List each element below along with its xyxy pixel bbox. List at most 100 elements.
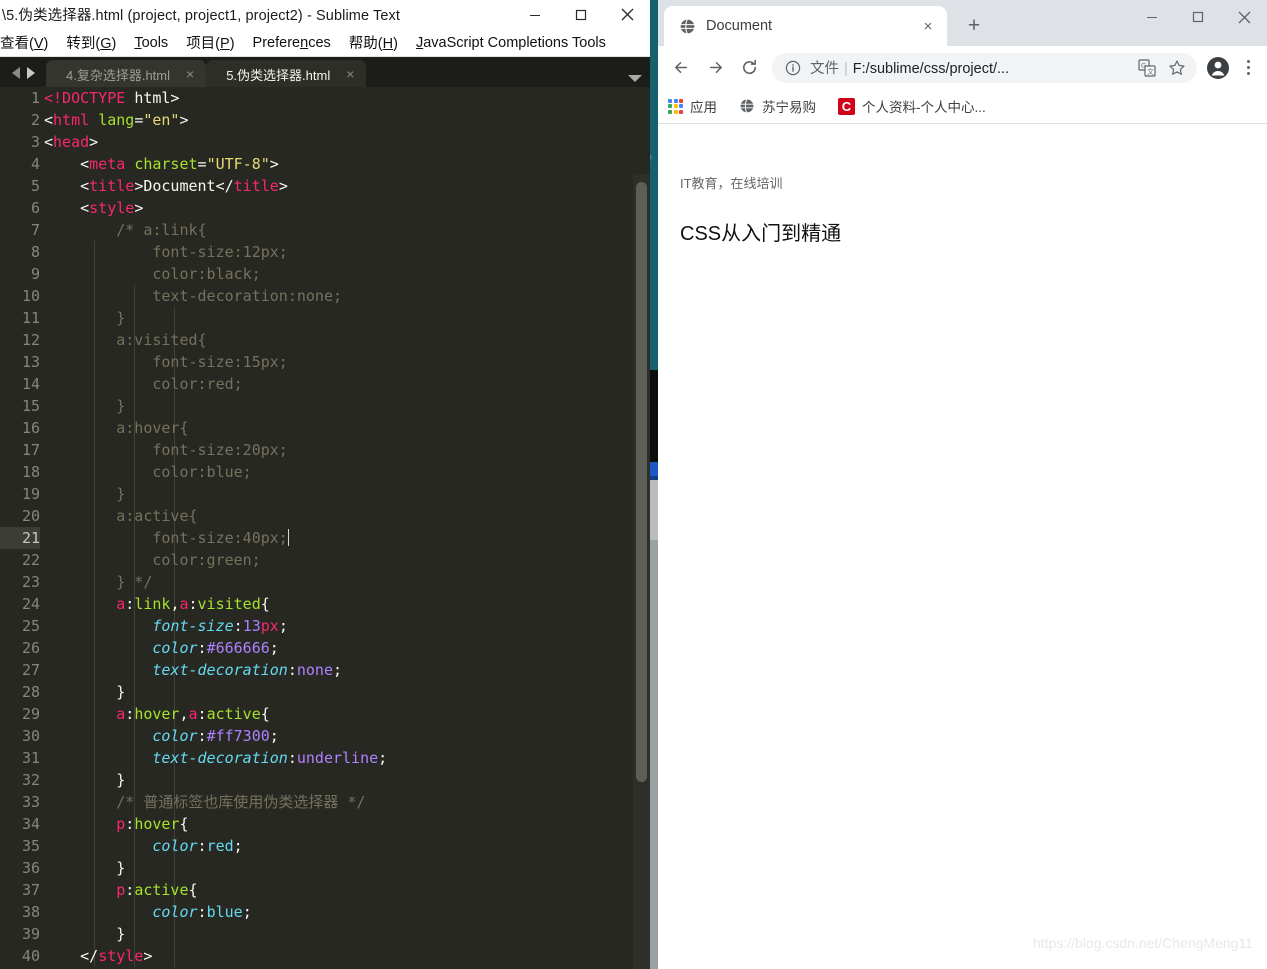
translate-icon[interactable]: G 文 xyxy=(1133,51,1161,85)
bookmark-personal-center[interactable]: C 个人资料-个人中心... xyxy=(838,96,986,116)
chrome-browser-window: Document × + 文件 | F:/sublime/css/project… xyxy=(658,0,1267,969)
chrome-tab-close-icon[interactable]: × xyxy=(917,15,939,37)
line-number: 29 xyxy=(21,705,40,723)
line-number: 3 xyxy=(30,133,40,151)
back-arrow-icon[interactable] xyxy=(664,51,698,85)
new-tab-button[interactable]: + xyxy=(959,11,989,41)
minimize-icon[interactable] xyxy=(512,0,558,29)
maximize-icon[interactable] xyxy=(558,0,604,29)
sublime-vertical-scrollbar[interactable] xyxy=(633,174,650,969)
line-number: 20 xyxy=(21,507,40,525)
tab-close-icon[interactable]: × xyxy=(186,67,194,81)
maximize-icon[interactable] xyxy=(1175,0,1221,34)
line-number: 7 xyxy=(30,221,40,239)
code-line: 18 color:blue; xyxy=(0,461,650,483)
line-number: 30 xyxy=(21,727,40,745)
bookmark-label: 个人资料-个人中心... xyxy=(862,100,986,115)
scrollbar-thumb[interactable] xyxy=(636,182,647,782)
line-number: 28 xyxy=(21,683,40,701)
code-line: 15 } xyxy=(0,395,650,417)
menu-item-project[interactable]: 项目(P) xyxy=(177,32,243,53)
tab-overflow-chevron-down-icon[interactable] xyxy=(628,75,642,82)
sublime-editor-pane[interactable]: 1 <!DOCTYPE html> 2 <html lang="en"> 3 <hea… xyxy=(0,87,650,969)
c-letter-icon: C xyxy=(838,97,855,115)
line-number: 4 xyxy=(30,155,40,173)
line-number: 15 xyxy=(21,397,40,415)
code-line: 28 } xyxy=(0,681,650,703)
line-number: 33 xyxy=(21,793,40,811)
sublime-text-window: \5.伪类选择器.html (project, project1, projec… xyxy=(0,0,650,969)
line-number: 26 xyxy=(21,639,40,657)
tab-label: 4.复杂选择器.html xyxy=(66,67,171,83)
code-line: 4 <meta charset="UTF-8"> xyxy=(0,153,650,175)
sublime-tab-bar: 4.复杂选择器.html × 5.伪类选择器.html × xyxy=(0,57,650,88)
line-number: 31 xyxy=(21,749,40,767)
line-number: 37 xyxy=(21,881,40,899)
line-number: 1 xyxy=(30,89,40,107)
line-number: 32 xyxy=(21,771,40,789)
sublime-window-controls xyxy=(512,0,650,29)
code-line: 1 <!DOCTYPE html> xyxy=(0,87,650,109)
line-number: 22 xyxy=(21,551,40,569)
line-number: 27 xyxy=(21,661,40,679)
line-number: 10 xyxy=(21,287,40,305)
line-number: 36 xyxy=(21,859,40,877)
info-circle-icon[interactable] xyxy=(784,59,802,77)
sublime-tab-complex-selector[interactable]: 4.复杂选择器.html × xyxy=(46,60,207,88)
account-avatar-icon[interactable] xyxy=(1201,51,1235,85)
close-icon[interactable] xyxy=(604,0,650,29)
sublime-tab-pseudo-selector[interactable]: 5.伪类选择器.html × xyxy=(206,60,367,88)
menu-item-preferences[interactable]: Preferences xyxy=(244,35,340,51)
code-line: 32 } xyxy=(0,769,650,791)
chrome-tab-strip: Document × + xyxy=(658,0,1267,46)
code-line: 5 <title>Document</title> xyxy=(0,175,650,197)
bookmark-label: 苏宁易购 xyxy=(762,100,816,115)
reload-icon[interactable] xyxy=(732,51,766,85)
line-number: 2 xyxy=(30,111,40,129)
menu-item-goto[interactable]: 转到(G) xyxy=(57,32,125,53)
line-number: 38 xyxy=(21,903,40,921)
menu-item-view[interactable]: 查看(V) xyxy=(0,32,57,53)
bookmark-apps[interactable]: 应用 xyxy=(668,96,717,116)
page-link-it-education[interactable]: IT教育，在线培训 xyxy=(680,173,783,192)
line-number: 11 xyxy=(21,309,40,327)
code-line: 9 color:black; xyxy=(0,263,650,285)
code-line: 13 font-size:15px; xyxy=(0,351,650,373)
tab-prev-arrow-icon[interactable] xyxy=(11,66,20,79)
code-line: 17 font-size:20px; xyxy=(0,439,650,461)
menu-item-tools[interactable]: Tools xyxy=(125,35,177,51)
code-line: 22 color:green; xyxy=(0,549,650,571)
sublime-title-bar: \5.伪类选择器.html (project, project1, projec… xyxy=(0,0,650,29)
line-number: 13 xyxy=(21,353,40,371)
address-bar[interactable]: 文件 | F:/sublime/css/project/... G 文 xyxy=(772,51,1197,85)
tab-close-icon[interactable]: × xyxy=(346,67,354,81)
url-value: F:/sublime/css/project/... xyxy=(852,61,1010,77)
code-line: 30 color:#ff7300; xyxy=(0,725,650,747)
tab-nav-arrows[interactable] xyxy=(0,57,46,88)
code-line: 35 color:red; xyxy=(0,835,650,857)
forward-arrow-icon[interactable] xyxy=(698,51,732,85)
code-line: 20 a:active{ xyxy=(0,505,650,527)
tab-next-arrow-icon[interactable] xyxy=(26,66,35,79)
code-line-current: 21 font-size:40px; xyxy=(0,527,650,549)
code-line: 2 <html lang="en"> xyxy=(0,109,650,131)
code-line: 3 <head> xyxy=(0,131,650,153)
code-line: 31 text-decoration:underline; xyxy=(0,747,650,769)
close-icon[interactable] xyxy=(1221,0,1267,34)
code-line: 25 font-size:13px; xyxy=(0,615,650,637)
chrome-tab-document[interactable]: Document × xyxy=(664,6,947,46)
line-number: 35 xyxy=(21,837,40,855)
line-number: 23 xyxy=(21,573,40,591)
minimize-icon[interactable] xyxy=(1129,0,1175,34)
line-number: 25 xyxy=(21,617,40,635)
code-line: 10 text-decoration:none; xyxy=(0,285,650,307)
menu-item-help[interactable]: 帮助(H) xyxy=(340,32,407,53)
code-line: 33 /* 普通标签也库使用伪类选择器 */ xyxy=(0,791,650,813)
sublime-window-title: \5.伪类选择器.html (project, project1, projec… xyxy=(2,8,400,24)
code-line: 19 } xyxy=(0,483,650,505)
bookmark-suning[interactable]: 苏宁易购 xyxy=(739,96,816,116)
three-dot-menu-icon[interactable] xyxy=(1235,51,1261,85)
chrome-toolbar: 文件 | F:/sublime/css/project/... G 文 xyxy=(658,46,1267,89)
star-icon[interactable] xyxy=(1163,51,1191,85)
menu-item-js-completions-tools[interactable]: JavaScript Completions Tools xyxy=(407,35,615,51)
